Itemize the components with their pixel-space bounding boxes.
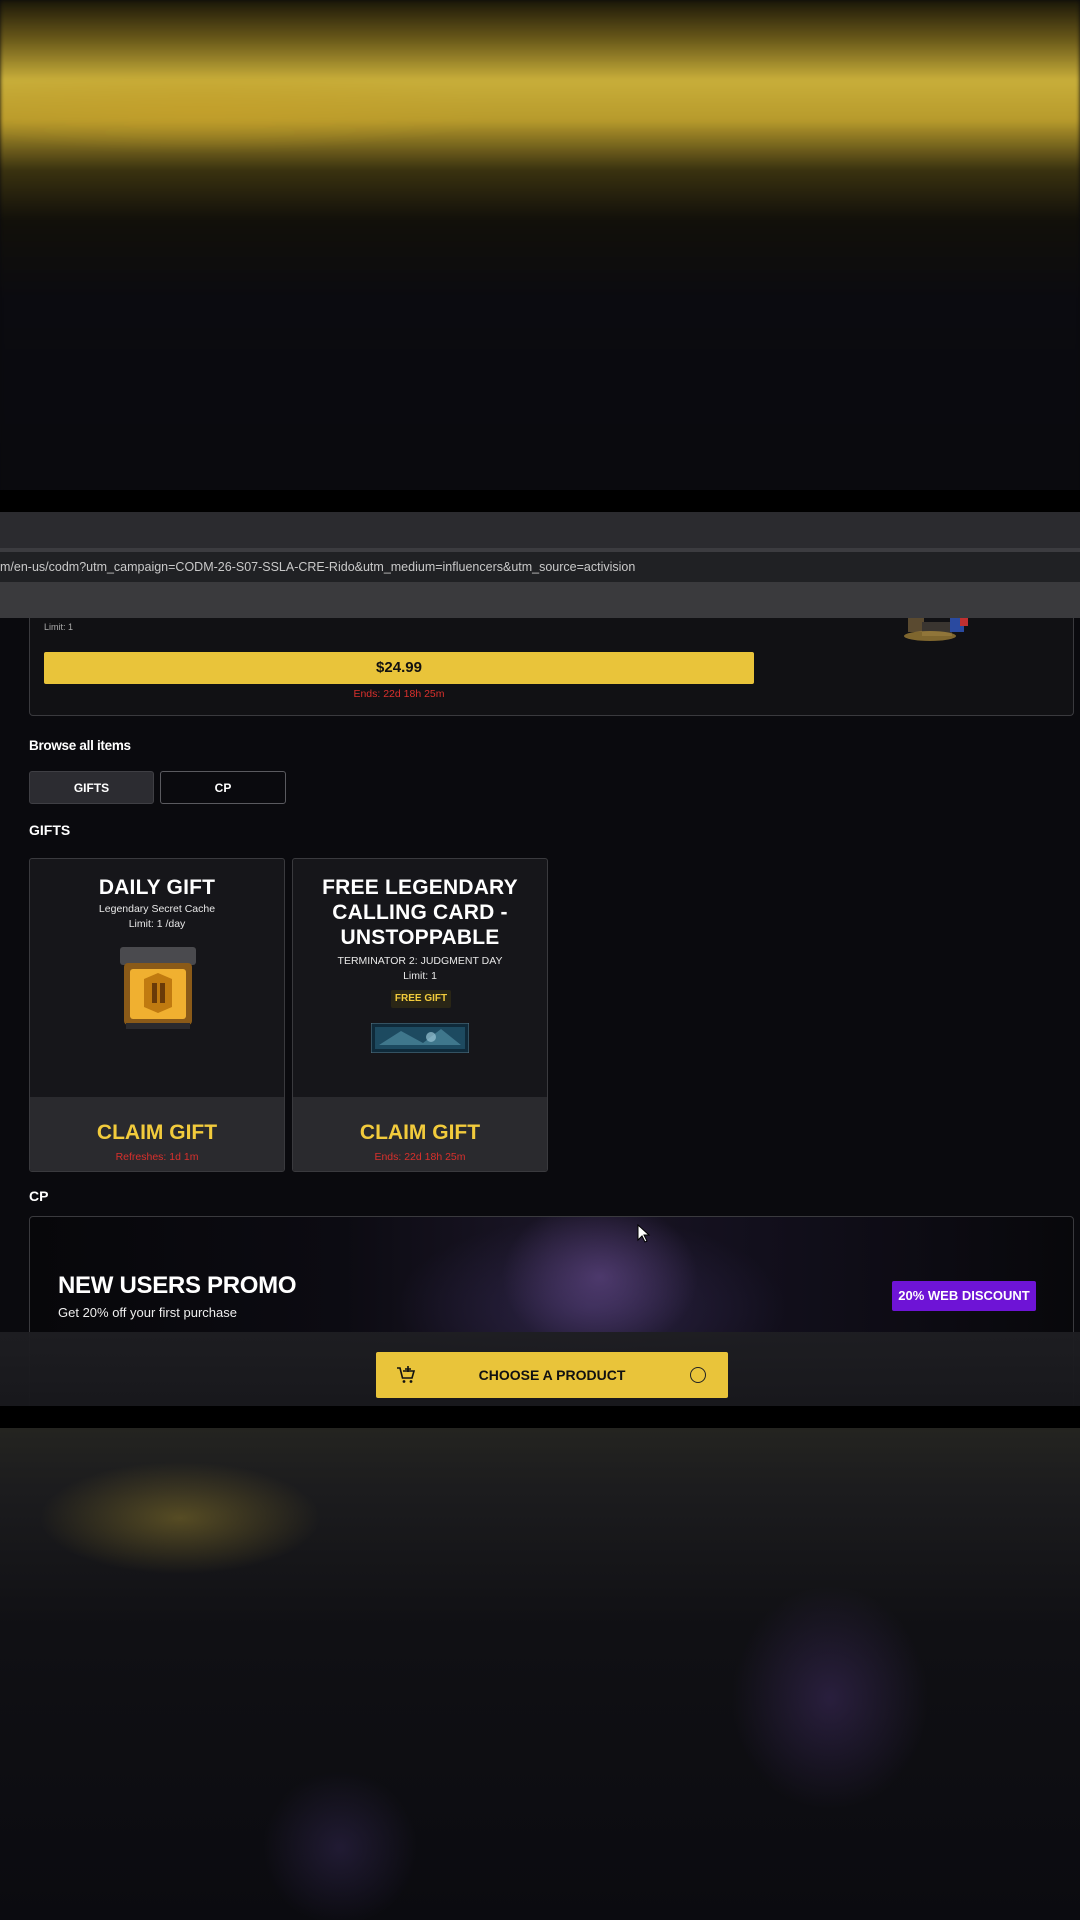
claim-gift-button[interactable]: CLAIM GIFT [293, 1121, 547, 1145]
web-discount-badge: 20% WEB DISCOUNT [892, 1281, 1036, 1311]
gift-limit: Limit: 1 [403, 970, 437, 982]
gift-title-line-3: UNSTOPPABLE [340, 926, 500, 949]
tab-cp[interactable]: CP [160, 771, 286, 804]
browse-all-heading: Browse all items [29, 738, 131, 753]
gift-refresh-timer: Refreshes: 1d 1m [115, 1151, 199, 1163]
cart-add-icon [397, 1366, 416, 1383]
cp-section-heading: CP [29, 1188, 49, 1204]
browser-bookmarks-bar [0, 582, 1080, 618]
choose-product-label: CHOOSE A PRODUCT [478, 1367, 626, 1383]
offer-limit: Limit: 1 [44, 622, 74, 632]
store-page: Limit: 1 $24.99 Ends: 22d 18h 25m Browse… [0, 618, 1080, 1406]
gift-title-line-1: FREE LEGENDARY [322, 876, 518, 899]
gift-title-line-2: CALLING CARD - [332, 901, 508, 924]
offer-ends-timer: Ends: 22d 18h 25m [353, 688, 445, 700]
featured-offer-card: Limit: 1 $24.99 Ends: 22d 18h 25m [29, 618, 1074, 716]
gift-subtitle: TERMINATOR 2: JUDGMENT DAY [337, 955, 503, 967]
calling-card-image [371, 1023, 469, 1053]
mouse-cursor-icon [637, 1224, 651, 1243]
promo-title: NEW USERS PROMO [58, 1272, 297, 1299]
free-gift-badge: FREE GIFT [391, 990, 451, 1008]
secret-cache-icon [120, 947, 196, 1029]
choose-product-button[interactable]: CHOOSE A PRODUCT [376, 1352, 728, 1398]
gifts-section-heading: GIFTS [29, 822, 71, 838]
browser-address-bar[interactable]: m/en-us/codm?utm_campaign=CODM-26-S07-SS… [0, 552, 1080, 582]
gift-limit: Limit: 1 /day [128, 918, 186, 930]
blurred-background-bottom [0, 1428, 1080, 1920]
claim-gift-button[interactable]: CLAIM GIFT [30, 1121, 284, 1145]
browser-tab-strip [0, 512, 1080, 548]
calling-card-gift-card[interactable]: FREE LEGENDARY CALLING CARD - UNSTOPPABL… [292, 858, 548, 1172]
letterbox-bar-bottom [0, 1406, 1080, 1428]
gift-ends-timer: Ends: 22d 18h 25m [374, 1151, 466, 1163]
offer-bundle-image [904, 618, 968, 641]
gift-subtitle: Legendary Secret Cache [98, 903, 216, 915]
gift-title: DAILY GIFT [98, 876, 216, 899]
blurred-background-top [0, 0, 1080, 493]
bottom-action-bar: CHOOSE A PRODUCT [0, 1332, 1080, 1406]
loading-spinner-icon [690, 1367, 706, 1383]
tab-gifts[interactable]: GIFTS [29, 771, 154, 804]
daily-gift-card[interactable]: DAILY GIFT Legendary Secret Cache Limit:… [29, 858, 285, 1172]
offer-price-button[interactable]: $24.99 [44, 652, 754, 684]
promo-subtitle: Get 20% off your first purchase [58, 1305, 237, 1320]
letterbox-bar-top [0, 490, 1080, 512]
